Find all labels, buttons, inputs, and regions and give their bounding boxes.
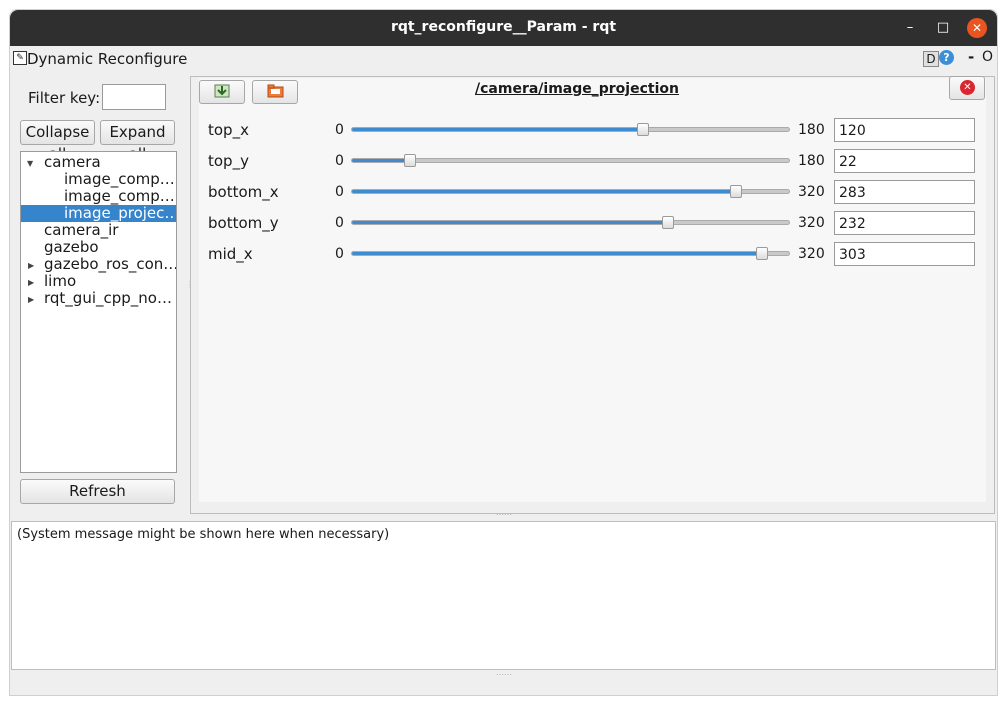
param-label: bottom_y — [208, 214, 279, 232]
dock-float-button[interactable]: O — [982, 49, 993, 65]
minimize-button[interactable]: – — [900, 18, 920, 38]
bottom-splitter[interactable]: ⋯⋯ — [496, 670, 512, 679]
tree-item-image-compressed-2[interactable]: image_comp… — [21, 188, 176, 205]
save-params-button[interactable] — [199, 80, 245, 104]
refresh-label: Refresh — [69, 482, 126, 500]
help-icon[interactable]: ? — [939, 50, 954, 65]
slider-fill — [352, 159, 406, 162]
param-label: top_y — [208, 152, 249, 170]
title-bar: rqt_reconfigure__Param - rqt – □ ✕ — [10, 10, 997, 46]
param-value-input[interactable]: 283 — [834, 180, 975, 204]
d-badge[interactable]: D — [923, 51, 939, 67]
param-value-input[interactable]: 120 — [834, 118, 975, 142]
tree-item-camera-ir[interactable]: camera_ir — [21, 222, 176, 239]
message-area: (System message might be shown here when… — [11, 521, 996, 670]
param-value-input[interactable]: 232 — [834, 211, 975, 235]
dock-close-button[interactable]: - — [968, 48, 974, 66]
tree-item-image-compressed[interactable]: image_comp… — [21, 171, 176, 188]
filter-key-label: Filter key: — [28, 89, 101, 107]
edit-icon: ✎ — [13, 51, 27, 65]
slider-handle[interactable] — [729, 185, 742, 198]
tree-item-gazebo-ros-control[interactable]: ▶ gazebo_ros_con… — [21, 256, 176, 273]
collapsed-arrow-icon[interactable]: ▶ — [28, 291, 34, 308]
param-max: 320 — [798, 246, 825, 262]
close-circle-icon: ✕ — [960, 80, 975, 95]
refresh-button[interactable]: Refresh — [20, 479, 175, 504]
maximize-button[interactable]: □ — [933, 18, 953, 38]
param-min: 0 — [335, 122, 344, 138]
slider-handle[interactable] — [404, 154, 417, 167]
slider-handle[interactable] — [661, 216, 674, 229]
param-min: 0 — [335, 184, 344, 200]
param-max: 320 — [798, 184, 825, 200]
tree-item-label: limo — [44, 272, 77, 290]
close-window-button[interactable]: ✕ — [967, 18, 987, 38]
tree-item-label: gazebo_ros_con… — [44, 255, 177, 273]
param-max: 180 — [798, 153, 825, 169]
slider-fill — [352, 252, 766, 255]
tree-item-camera[interactable]: ▼ camera — [21, 154, 176, 171]
param-slider[interactable] — [351, 154, 790, 167]
tree-item-image-projection[interactable]: image_projec… — [21, 205, 176, 222]
slider-fill — [352, 128, 644, 131]
param-max: 180 — [798, 122, 825, 138]
tree-item-label: image_comp… — [64, 187, 175, 205]
param-slider[interactable] — [351, 185, 790, 198]
param-max: 320 — [798, 215, 825, 231]
window-title: rqt_reconfigure__Param - rqt — [390, 19, 617, 35]
tree-item-rqt-gui-cpp-node[interactable]: ▶ rqt_gui_cpp_no… — [21, 290, 176, 307]
param-min: 0 — [335, 215, 344, 231]
dock-title: Dynamic Reconfigure — [27, 50, 188, 68]
param-label: bottom_x — [208, 183, 279, 201]
tree-item-label: camera_ir — [44, 221, 119, 239]
close-node-button[interactable]: ✕ — [949, 76, 985, 100]
tree-item-label: gazebo — [44, 238, 99, 256]
param-value-input[interactable]: 303 — [834, 242, 975, 266]
tree-item-gazebo[interactable]: gazebo — [21, 239, 176, 256]
tree-item-limo[interactable]: ▶ limo — [21, 273, 176, 290]
node-title: /camera/image_projection — [475, 81, 679, 97]
collapsed-arrow-icon[interactable]: ▶ — [28, 257, 34, 274]
param-slider[interactable] — [351, 247, 790, 260]
dock-header: ✎ Dynamic Reconfigure D ? - O — [10, 48, 997, 70]
param-min: 0 — [335, 246, 344, 262]
param-label: top_x — [208, 121, 249, 139]
collapsed-arrow-icon[interactable]: ▶ — [28, 274, 34, 291]
horizontal-splitter[interactable]: ⋯⋯ — [496, 510, 512, 519]
slider-handle[interactable] — [756, 247, 769, 260]
expanded-arrow-icon[interactable]: ▼ — [27, 155, 33, 172]
app-window: rqt_reconfigure__Param - rqt – □ ✕ ✎ Dyn… — [9, 9, 998, 696]
download-icon — [214, 84, 230, 98]
param-min: 0 — [335, 153, 344, 169]
tree-item-label: rqt_gui_cpp_no… — [44, 289, 172, 307]
filter-key-input[interactable] — [102, 84, 166, 110]
param-value-input[interactable]: 22 — [834, 149, 975, 173]
system-message: (System message might be shown here when… — [17, 527, 390, 542]
expand-all-button[interactable]: Expand all — [100, 120, 175, 163]
collapse-all-button[interactable]: Collapse all — [20, 120, 95, 163]
node-tree[interactable]: ▼ camera image_comp… image_comp… image_p… — [20, 151, 177, 473]
folder-icon — [267, 84, 284, 98]
param-slider[interactable] — [351, 123, 790, 136]
slider-fill — [352, 221, 669, 224]
tree-item-label: image_comp… — [64, 170, 175, 188]
tree-item-label: camera — [44, 153, 101, 171]
tree-item-label: image_projec… — [64, 204, 177, 222]
slider-fill — [352, 190, 739, 193]
load-params-button[interactable] — [252, 80, 298, 104]
param-slider[interactable] — [351, 216, 790, 229]
slider-handle[interactable] — [636, 123, 649, 136]
param-label: mid_x — [208, 245, 253, 263]
